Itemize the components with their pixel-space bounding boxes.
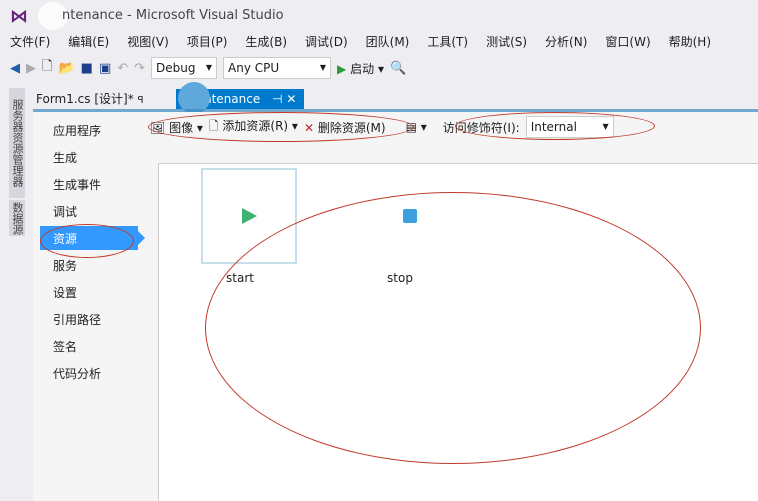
menu-bar: 文件(F) 编辑(E) 视图(V) 项目(P) 生成(B) 调试(D) 团队(M… — [0, 32, 758, 52]
config-select[interactable]: Debug ▼ — [151, 57, 218, 79]
save-all-icon[interactable]: ▣ — [99, 61, 111, 76]
annotation-ellipse — [205, 192, 701, 464]
annotation-ellipse — [455, 112, 655, 140]
nav-services[interactable]: 服务 — [53, 257, 77, 274]
redo-icon[interactable]: ↷ — [134, 61, 145, 76]
config-value: Debug — [156, 61, 196, 75]
annotation-ellipse — [148, 112, 414, 142]
menu-debug[interactable]: 调试(D) — [305, 32, 348, 52]
menu-analyze[interactable]: 分析(N) — [545, 32, 587, 52]
pin-icon[interactable]: ꟼ — [138, 95, 144, 106]
menu-test[interactable]: 测试(S) — [486, 32, 527, 52]
tab-form1-design[interactable]: Form1.cs [设计]* ꟼ — [30, 89, 150, 109]
side-tab-data-sources[interactable]: 数据源 — [9, 200, 25, 236]
back-icon[interactable]: ◀ — [10, 61, 20, 76]
platform-select[interactable]: Any CPU ▼ — [223, 57, 332, 79]
nav-build[interactable]: 生成 — [53, 149, 77, 166]
pin-icon[interactable]: ⊣ — [272, 92, 282, 106]
annotation-ellipse — [40, 224, 134, 258]
start-button[interactable]: ▶ 启动 ▾ — [337, 60, 384, 77]
menu-project[interactable]: 项目(P) — [187, 32, 228, 52]
tab-label: ntenance — [204, 92, 261, 106]
toolbar: ◀ ▶ 🗋 📂 ■ ▣ ↶ ↷ Debug ▼ Any CPU ▼ ▶ 启动 ▾ 🔍 — [10, 55, 406, 81]
chevron-down-icon: ▼ — [205, 63, 213, 72]
play-icon: ▶ — [337, 61, 347, 76]
undo-icon[interactable]: ↶ — [117, 61, 128, 76]
menu-help[interactable]: 帮助(H) — [669, 32, 711, 52]
nav-signing[interactable]: 签名 — [53, 338, 77, 355]
vs-logo-icon: ⋈ — [10, 6, 28, 27]
new-project-icon[interactable]: 🗋 — [42, 57, 52, 79]
nav-build-events[interactable]: 生成事件 — [53, 176, 101, 193]
nav-application[interactable]: 应用程序 — [53, 122, 101, 139]
window-title: ntenance - Microsoft Visual Studio — [62, 8, 284, 23]
forward-icon[interactable]: ▶ — [26, 61, 36, 76]
menu-build[interactable]: 生成(B) — [245, 32, 287, 52]
nav-debug[interactable]: 调试 — [53, 203, 77, 220]
menu-file[interactable]: 文件(F) — [10, 32, 50, 52]
nav-settings[interactable]: 设置 — [53, 284, 77, 301]
menu-edit[interactable]: 编辑(E) — [68, 32, 109, 52]
side-tab-server-explorer[interactable]: 服务器资源管理器 — [9, 88, 25, 198]
platform-value: Any CPU — [228, 61, 280, 75]
open-icon[interactable]: 📂 — [58, 61, 74, 76]
play-icon — [242, 208, 257, 224]
menu-window[interactable]: 窗口(W) — [605, 32, 650, 52]
nav-reference-paths[interactable]: 引用路径 — [53, 311, 101, 328]
start-label: 启动 — [350, 61, 375, 76]
menu-team[interactable]: 团队(M) — [366, 32, 410, 52]
nav-selection-arrow — [138, 231, 145, 245]
title-bar: ⋈ ntenance - Microsoft Visual Studio — [0, 0, 758, 32]
find-icon[interactable]: 🔍 — [390, 61, 406, 76]
menu-view[interactable]: 视图(V) — [127, 32, 169, 52]
chevron-down-icon: ▼ — [319, 63, 327, 72]
nav-code-analysis[interactable]: 代码分析 — [53, 365, 101, 382]
close-icon[interactable]: ✕ — [286, 92, 296, 106]
save-icon[interactable]: ■ — [81, 61, 93, 76]
menu-tools[interactable]: 工具(T) — [427, 32, 468, 52]
tab-label: Form1.cs [设计]* — [36, 92, 134, 106]
